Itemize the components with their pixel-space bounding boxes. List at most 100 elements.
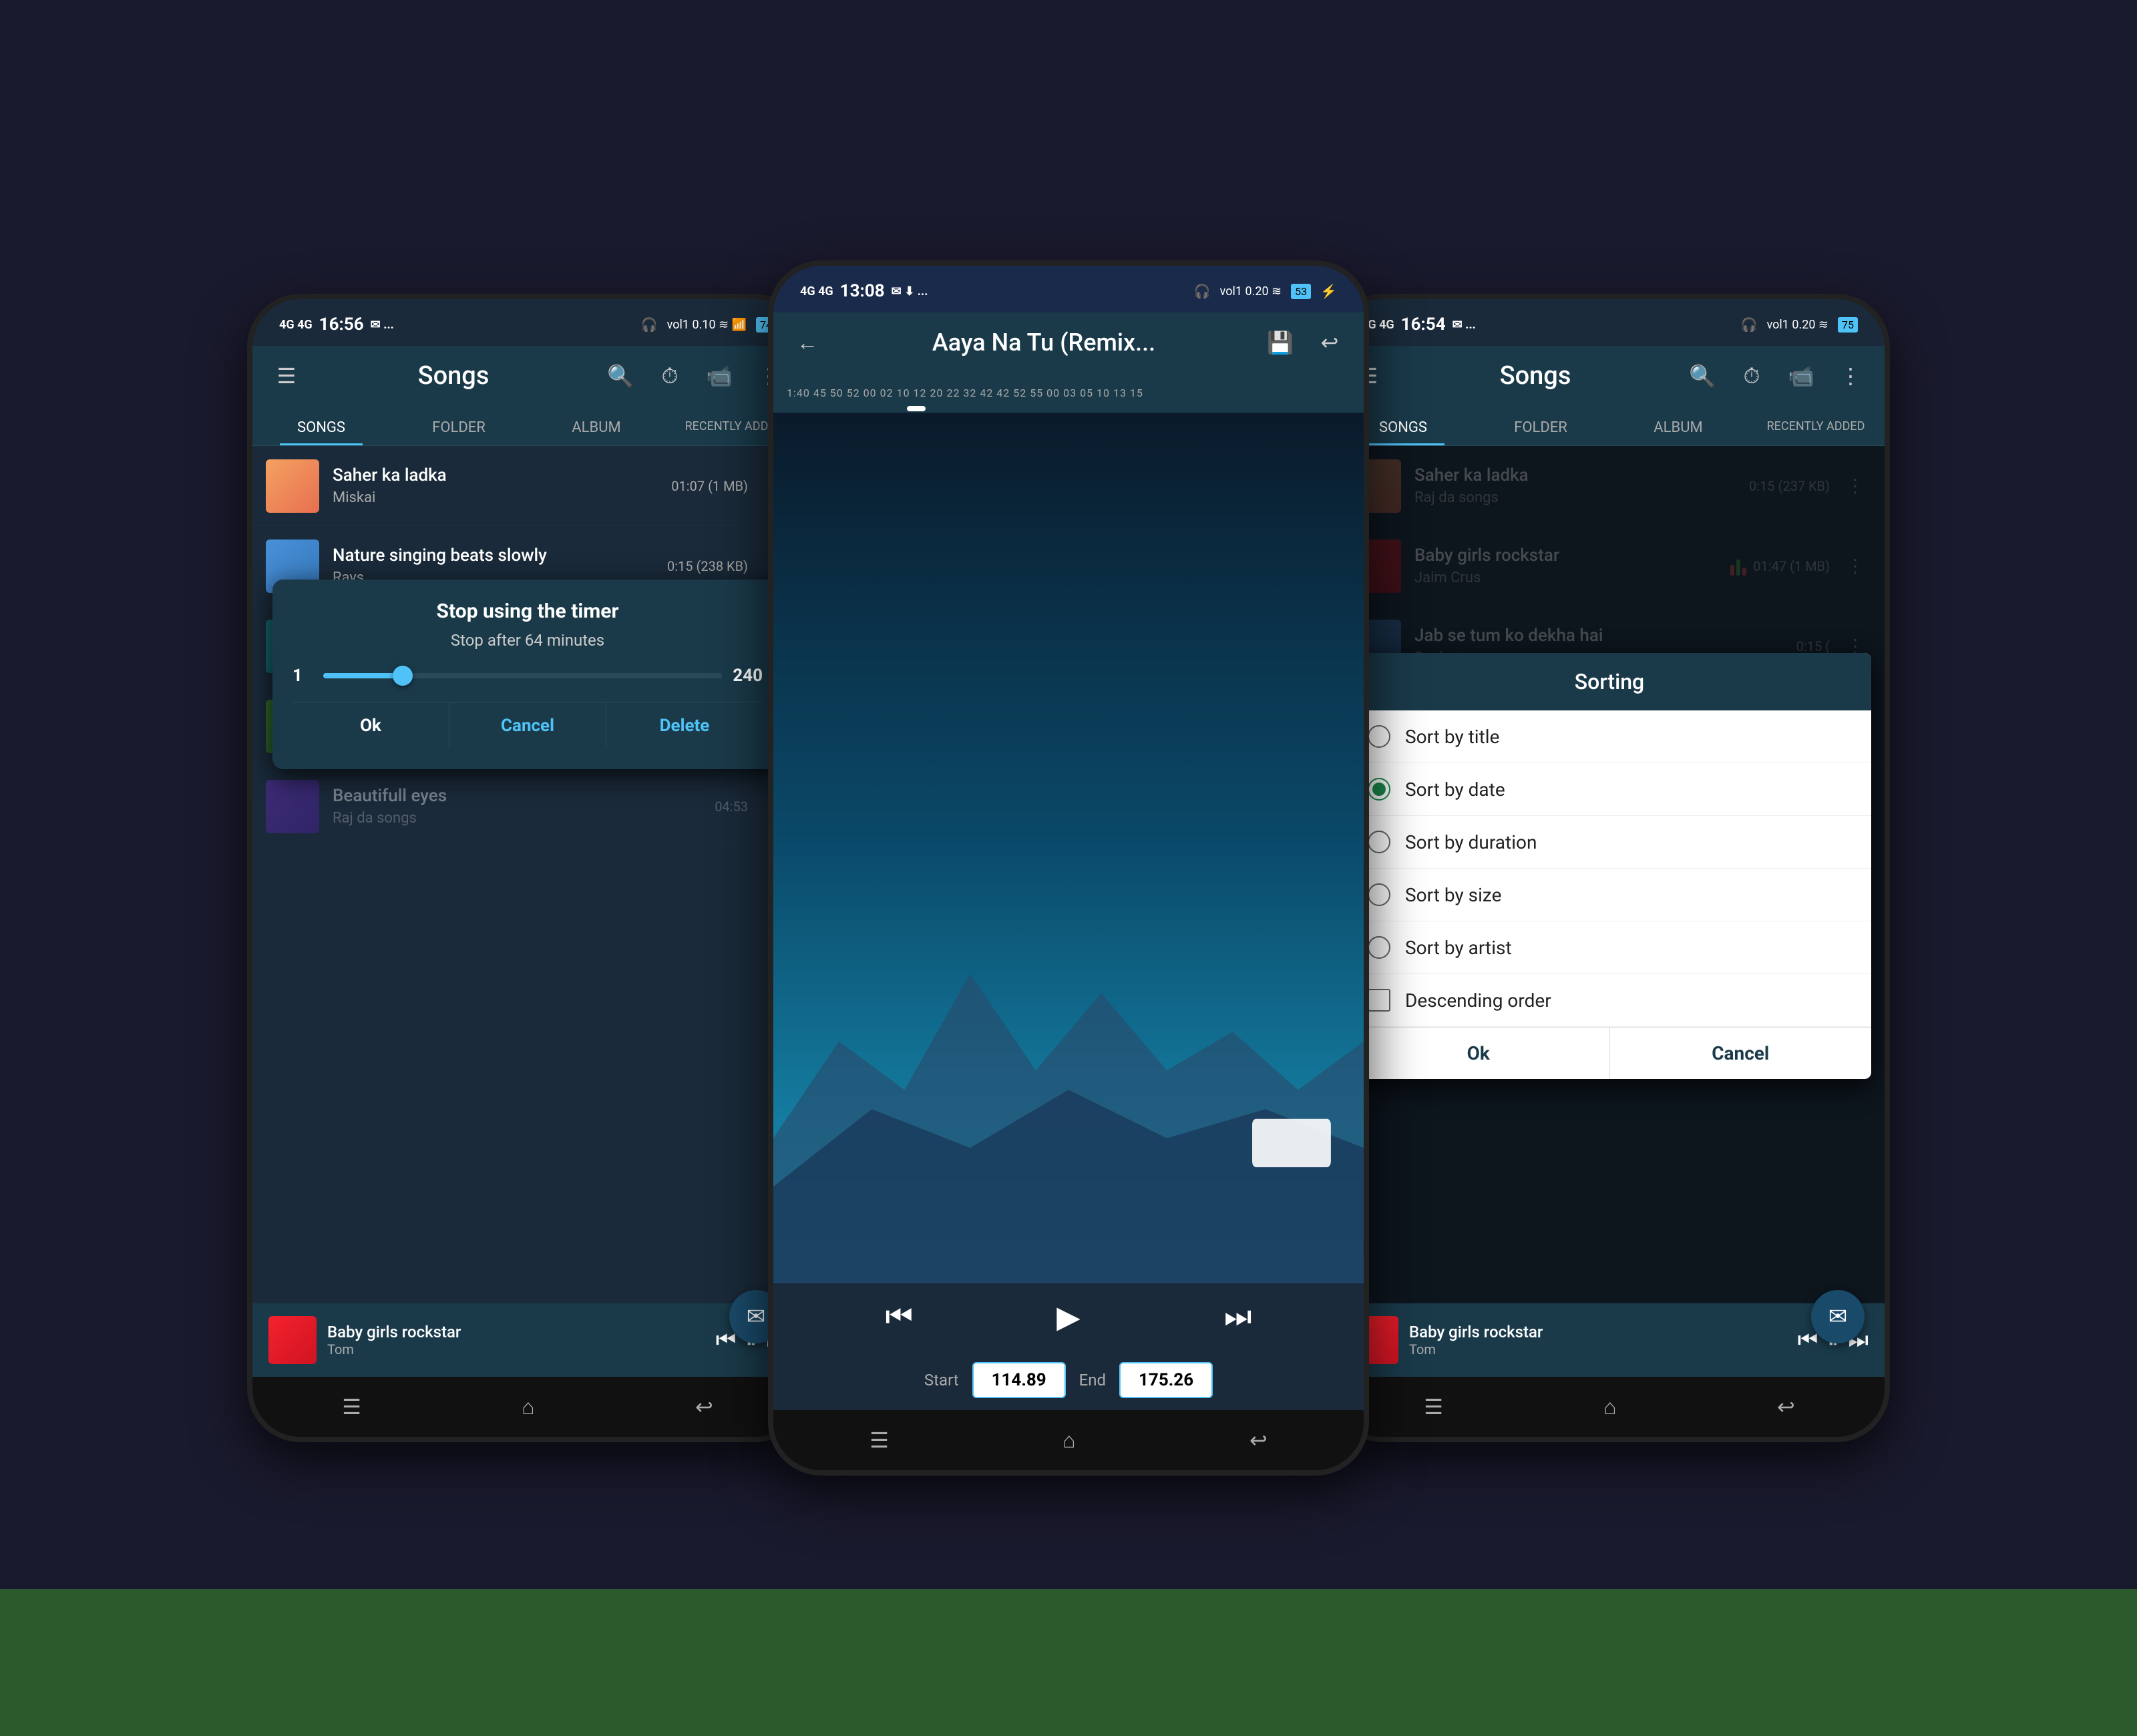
nav-home-icon-right[interactable]: ⌂ [1603,1394,1616,1420]
song-meta-4-left: 04:53 [715,799,748,815]
video-icon[interactable]: 📹 [701,358,737,394]
timeline-marker [907,406,926,411]
nav-menu-icon-right[interactable]: ☰ [1424,1394,1443,1420]
status-right-right: 🎧 vol1 0.20 ≋ 75 [1741,316,1858,333]
song-artist-0-left: Miskai [333,489,671,506]
tab-recently-right[interactable]: RECENTLY ADDED [1747,406,1885,445]
sorting-buttons: Ok Cancel [1348,1027,1871,1079]
sort-duration-label: Sort by duration [1405,831,1537,853]
song-thumb-4 [266,780,319,833]
wifi-icon-right: vol1 0.20 ≋ [1767,318,1828,332]
menu-icon[interactable]: ☰ [268,358,305,394]
sort-by-duration-option[interactable]: Sort by duration [1348,816,1871,869]
player-info-left: Baby girls rockstar Tom [327,1323,705,1357]
nav-recent-icon-left[interactable]: ↩ [695,1394,713,1420]
status-bar-left: 4G 4G 16:56 ✉ ... 🎧 vol1 0.10 ≋ 📶 74 [252,299,803,346]
sort-artist-label: Sort by artist [1405,937,1512,959]
end-input[interactable]: 175.26 [1119,1362,1213,1398]
share-btn-center[interactable]: ↩ [1312,324,1348,361]
nav-home-icon-center[interactable]: ⌂ [1062,1428,1075,1453]
save-btn-center[interactable]: 💾 [1262,324,1298,361]
player-thumb-left [268,1316,317,1364]
search-icon-right[interactable]: 🔍 [1684,358,1720,394]
bottom-player-right: Baby girls rockstar Tom ⏮ ⏸ ⏭ [1334,1303,1885,1377]
app-title-right: Songs [1400,361,1671,391]
sort-title-label: Sort by title [1405,726,1499,748]
timer-icon[interactable]: ⏱ [652,358,688,394]
phone-container: 4G 4G 16:56 ✉ ... 🎧 vol1 0.10 ≋ 📶 74 ☰ S… [247,260,1890,1476]
song-meta-0-left: 01:07 (1 MB) [671,478,748,494]
nav-home-icon-left[interactable]: ☰ [342,1394,361,1420]
song-info-4: Beautifull eyes Raj da songs [333,786,715,827]
headphone-icon-right: 🎧 [1741,316,1758,333]
sorting-dialog: Sorting Sort by title Sort by date Sort … [1348,653,1871,1079]
battery-center: 53 [1291,284,1311,299]
tab-folder-left[interactable]: FOLDER [390,406,528,445]
player-info-right: Baby girls rockstar Tom [1409,1323,1787,1357]
song-list-right-wrapper: Saher ka ladka Raj da songs 0:15 (237 KB… [1334,446,1885,1303]
player-artist-left: Tom [327,1341,705,1357]
sort-title-radio[interactable] [1368,725,1390,748]
timer-cancel-button[interactable]: Cancel [449,702,606,749]
status-bar-right: 4G 4G 16:54 ✉ ... 🎧 vol1 0.20 ≋ 75 [1334,299,1885,346]
search-icon[interactable]: 🔍 [602,358,638,394]
player-controls-bar-center: ⏮ ▶ ⏭ [773,1283,1364,1350]
song-list-left: Saher ka ladka Miskai 01:07 (1 MB) ⋮ Nat… [252,446,803,1303]
timer-slider-row: 1 240 [293,666,763,686]
nav-back-icon-right[interactable]: ↩ [1777,1394,1795,1420]
descending-option[interactable]: Descending order [1348,974,1871,1027]
end-label: End [1079,1371,1106,1389]
timer-dialog: Stop using the timer Stop after 64 minut… [272,580,783,769]
nav-menu-icon-center[interactable]: ☰ [869,1428,889,1453]
sort-by-date-option[interactable]: Sort by date [1348,763,1871,816]
song-item-0-left[interactable]: Saher ka ladka Miskai 01:07 (1 MB) ⋮ [252,446,803,526]
sort-by-artist-option[interactable]: Sort by artist [1348,921,1871,974]
sort-by-size-option[interactable]: Sort by size [1348,869,1871,921]
more-icon-right[interactable]: ⋮ [1832,358,1869,394]
video-icon-right[interactable]: 📹 [1783,358,1819,394]
nav-bar-left: ☰ ⌂ ↩ [252,1377,803,1437]
timer-delete-button[interactable]: Delete [606,702,763,749]
song-item-4-left[interactable]: Beautifull eyes Raj da songs 04:53 ⋮ [252,767,803,847]
bottom-player-left: Baby girls rockstar Tom ⏮ ⏸ ⏭ [252,1303,803,1377]
sort-cancel-button[interactable]: Cancel [1610,1028,1872,1079]
song-thumb-0 [266,459,319,513]
player-title-right: Baby girls rockstar [1409,1323,1787,1341]
sort-date-radio[interactable] [1368,778,1390,801]
slider-thumb[interactable] [393,666,413,686]
sort-by-title-option[interactable]: Sort by title [1348,710,1871,763]
player-title-left: Baby girls rockstar [327,1323,705,1341]
status-center-left: 4G 4G 13:08 ✉ ⬇ ... [800,281,928,301]
slider-min-label: 1 [293,666,313,686]
tab-songs-left[interactable]: SONGS [252,406,390,445]
slider-track[interactable] [323,673,722,678]
nav-back-icon-left[interactable]: ⌂ [522,1394,534,1420]
sort-duration-radio[interactable] [1368,831,1390,853]
sort-artist-radio[interactable] [1368,936,1390,959]
nav-back-icon-center[interactable]: ↩ [1249,1428,1268,1453]
start-input[interactable]: 114.89 [972,1362,1066,1398]
signal-icon-center: 4G 4G [800,284,833,298]
prev-btn-center[interactable]: ⏮ [886,1299,913,1335]
waveform-container[interactable]: // Generate waveform bars var bars = '';… [773,413,1364,1283]
notification-icon-right: ✉ ... [1452,318,1476,332]
tab-album-left[interactable]: ALBUM [528,406,665,445]
next-btn-center[interactable]: ⏭ [1224,1299,1251,1335]
descending-checkbox[interactable] [1368,989,1390,1012]
timer-ok-button[interactable]: Ok [293,702,449,749]
status-bar-center: 4G 4G 13:08 ✉ ⬇ ... 🎧 vol1 0.20 ≋ 53 ⚡ [773,266,1364,312]
sort-size-radio[interactable] [1368,883,1390,906]
sort-ok-button[interactable]: Ok [1348,1028,1610,1079]
back-btn-center[interactable]: ← [789,324,825,361]
tab-album-right[interactable]: ALBUM [1609,406,1747,445]
fab-mail-right[interactable]: ✉ [1811,1290,1865,1343]
center-phone: 4G 4G 13:08 ✉ ⬇ ... 🎧 vol1 0.20 ≋ 53 ⚡ ←… [768,260,1369,1476]
timer-icon-right[interactable]: ⏱ [1734,358,1770,394]
time-center: 13:08 [840,281,885,301]
play-btn-center[interactable]: ▶ [1056,1299,1080,1335]
tab-folder-right[interactable]: FOLDER [1472,406,1609,445]
song-title-0-left: Saher ka ladka [333,465,671,485]
tabs-right: SONGS FOLDER ALBUM RECENTLY ADDED [1334,406,1885,446]
notification-icon: ✉ ... [371,318,394,332]
app-bar-right: ☰ Songs 🔍 ⏱ 📹 ⋮ [1334,346,1885,406]
